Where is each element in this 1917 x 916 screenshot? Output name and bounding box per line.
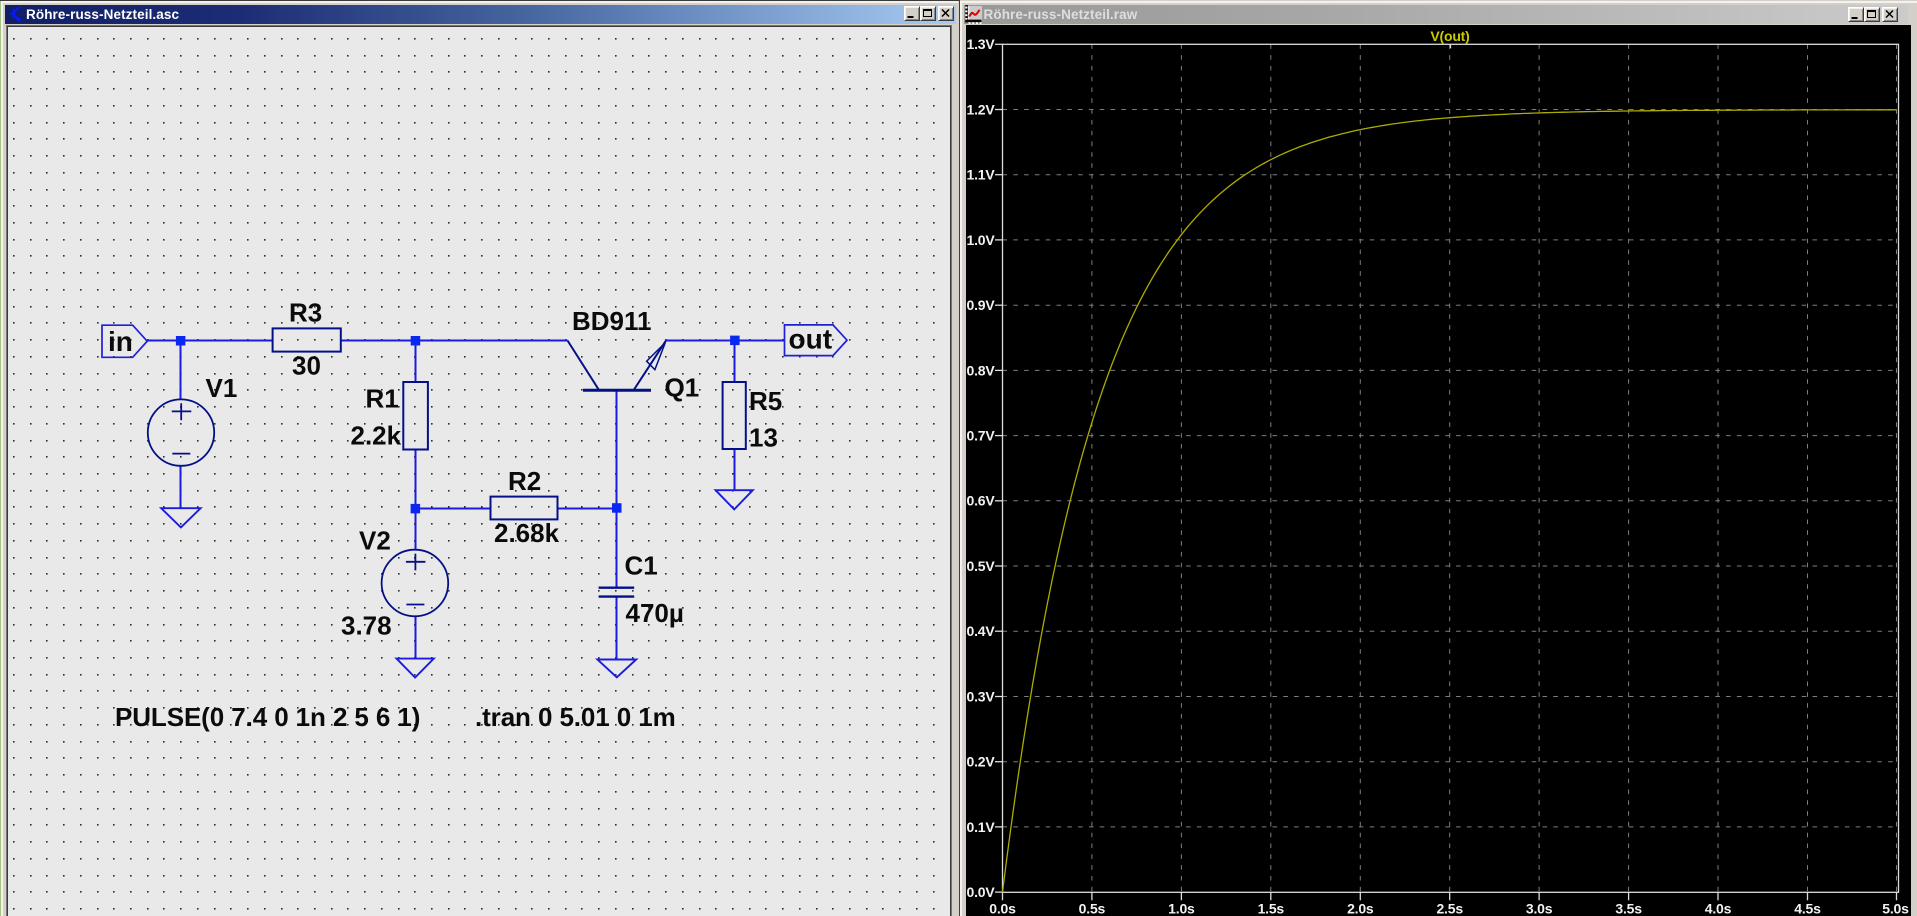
svg-text:30: 30 <box>292 351 321 381</box>
svg-text:3.0s: 3.0s <box>1526 900 1553 916</box>
svg-text:0.5s: 0.5s <box>1079 900 1106 916</box>
svg-text:V2: V2 <box>359 526 391 556</box>
svg-text:R5: R5 <box>749 386 782 416</box>
svg-text:0.5V: 0.5V <box>967 558 996 574</box>
svg-text:Q1: Q1 <box>665 373 700 403</box>
svg-text:0.7V: 0.7V <box>967 428 996 444</box>
svg-text:1.1V: 1.1V <box>967 167 996 183</box>
svg-text:0.8V: 0.8V <box>967 362 996 378</box>
svg-text:3.5s: 3.5s <box>1615 900 1642 916</box>
svg-text:out: out <box>789 324 833 355</box>
svg-text:5.0s: 5.0s <box>1882 900 1909 916</box>
svg-text:2.2k: 2.2k <box>351 421 402 451</box>
svg-text:1.5s: 1.5s <box>1258 900 1285 916</box>
svg-text:13: 13 <box>749 423 778 453</box>
svg-text:2.0s: 2.0s <box>1347 900 1374 916</box>
svg-text:3.78: 3.78 <box>341 611 392 641</box>
svg-text:1.2V: 1.2V <box>967 101 996 117</box>
svg-text:V(out): V(out) <box>1430 28 1469 44</box>
svg-text:0.0s: 0.0s <box>989 900 1016 916</box>
svg-text:in: in <box>108 326 133 357</box>
svg-text:.tran 0 5.01 0 1m: .tran 0 5.01 0 1m <box>475 702 676 732</box>
svg-text:1.0s: 1.0s <box>1168 900 1195 916</box>
svg-text:0.1V: 0.1V <box>967 819 996 835</box>
svg-text:470µ: 470µ <box>626 598 684 628</box>
svg-text:1.3V: 1.3V <box>967 36 996 52</box>
svg-text:0.3V: 0.3V <box>967 688 996 704</box>
svg-text:0.4V: 0.4V <box>967 623 996 639</box>
svg-text:R1: R1 <box>366 383 399 413</box>
svg-text:2.5s: 2.5s <box>1436 900 1463 916</box>
svg-text:BD911: BD911 <box>572 306 652 336</box>
svg-text:R2: R2 <box>508 466 541 496</box>
svg-text:PULSE(0 7.4 0 1n 2 5 6 1): PULSE(0 7.4 0 1n 2 5 6 1) <box>115 702 420 732</box>
svg-text:0.9V: 0.9V <box>967 297 996 313</box>
svg-text:2.68k: 2.68k <box>494 518 560 548</box>
svg-text:4.5s: 4.5s <box>1794 900 1821 916</box>
svg-text:0.6V: 0.6V <box>967 493 996 509</box>
svg-text:C1: C1 <box>625 551 658 581</box>
svg-text:4.0s: 4.0s <box>1705 900 1732 916</box>
svg-text:R3: R3 <box>289 297 322 327</box>
svg-text:0.0V: 0.0V <box>967 884 996 900</box>
svg-text:V1: V1 <box>206 373 238 403</box>
svg-text:1.0V: 1.0V <box>967 232 996 248</box>
svg-text:0.2V: 0.2V <box>967 754 996 770</box>
